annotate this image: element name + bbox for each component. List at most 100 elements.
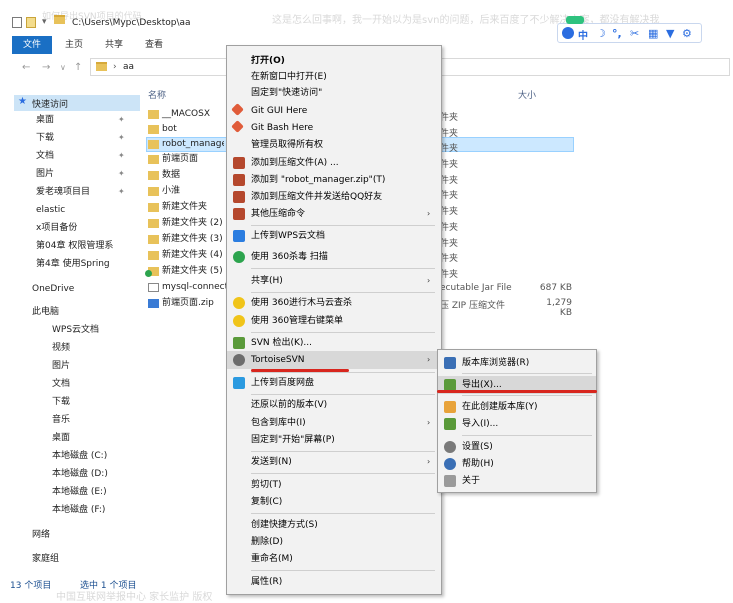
menu-item-tortoisesvn[interactable]: TortoiseSVN ›: [227, 351, 441, 369]
nav-item-folder[interactable]: 第04章 权限管理系: [36, 238, 140, 254]
menu-item-include-library[interactable]: 包含到库中(I) ›: [227, 414, 441, 432]
recent-locations-icon[interactable]: ∨: [60, 63, 66, 72]
moon-icon[interactable]: ☽: [596, 27, 606, 40]
menu-separator: [251, 570, 435, 571]
nav-item-pictures[interactable]: 图片: [36, 166, 54, 182]
menu-item-svn-checkout[interactable]: SVN 检出(K)...: [227, 334, 441, 352]
menu-item-cut[interactable]: 剪切(T): [227, 476, 441, 494]
help-icon: [444, 458, 456, 470]
column-header-name[interactable]: 名称: [148, 88, 166, 101]
nav-pc-item[interactable]: ☁WPS云文档: [52, 322, 99, 338]
svn-item-create-repo[interactable]: 在此创建版本库(Y): [438, 398, 596, 416]
nav-onedrive[interactable]: ☁OneDrive: [32, 281, 74, 297]
quick-access-folder-icon[interactable]: [26, 17, 36, 28]
file-type: 件夹: [440, 270, 459, 280]
scissors-icon[interactable]: ✂: [630, 27, 639, 40]
shirt-icon[interactable]: ▼: [666, 27, 674, 40]
nav-pc-item[interactable]: 本地磁盘 (C:): [52, 448, 107, 464]
menu-item-restore-versions[interactable]: 还原以前的版本(V): [227, 396, 441, 414]
winrar-icon: [233, 208, 245, 220]
ime-toolbar: 中 ☽ °, ✂ ▦ ▼ ⚙: [557, 23, 702, 43]
menu-item-git-bash[interactable]: Git Bash Here: [227, 119, 441, 137]
nav-item-folder[interactable]: 第4章 使用Spring: [36, 256, 140, 272]
svn-item-settings[interactable]: 设置(S): [438, 438, 596, 456]
nav-this-pc[interactable]: 此电脑: [32, 304, 59, 320]
back-arrow-icon[interactable]: ←: [22, 62, 30, 73]
menu-item-upload-wps[interactable]: 上传到WPS云文档: [227, 227, 441, 245]
up-arrow-icon[interactable]: ↑: [74, 62, 82, 73]
nav-quick-access[interactable]: ★ 快速访问: [14, 95, 140, 111]
tab-view[interactable]: 查看: [138, 36, 170, 54]
nav-pc-item[interactable]: 桌面: [52, 430, 70, 446]
menu-item-properties[interactable]: 属性(R): [227, 573, 441, 591]
punctuation-icon[interactable]: °,: [612, 27, 622, 40]
file-row-selected[interactable]: robot_manager: [148, 137, 224, 152]
nav-homegroup[interactable]: 家庭组: [32, 551, 59, 567]
menu-item-other-compress[interactable]: 其他压缩命令 ›: [227, 205, 441, 223]
pin-icon: ✦: [118, 169, 125, 178]
tab-file[interactable]: 文件: [12, 36, 52, 54]
nav-item-desktop[interactable]: 桌面: [36, 112, 54, 128]
nav-pc-item[interactable]: 本地磁盘 (F:): [52, 502, 105, 518]
tab-home[interactable]: 主页: [58, 36, 90, 54]
menu-item-pin-start[interactable]: 固定到"开始"屏幕(P): [227, 431, 441, 449]
folder-icon: [148, 203, 159, 212]
nav-item-folder[interactable]: x项目备份: [36, 220, 77, 236]
file-row[interactable]: mysql-connect: [148, 280, 226, 295]
nav-network[interactable]: 网络: [32, 527, 50, 543]
svn-item-help[interactable]: 帮助(H): [438, 455, 596, 473]
nav-pc-item[interactable]: 文档: [52, 376, 70, 392]
tortoise-icon: [233, 354, 245, 366]
menu-item-baidu-upload[interactable]: 上传到百度网盘: [227, 374, 441, 392]
nav-pc-item[interactable]: 本地磁盘 (D:): [52, 466, 108, 482]
menu-item-add-zip[interactable]: 添加到 "robot_manager.zip"(T): [227, 171, 441, 189]
file-type: 件夹: [440, 207, 459, 217]
file-type: 件夹: [440, 191, 459, 201]
svn-item-import[interactable]: 导入(I)...: [438, 415, 596, 433]
forward-arrow-icon[interactable]: →: [42, 62, 50, 73]
menu-item-360-scan[interactable]: 使用 360杀毒 扫描: [227, 248, 441, 266]
file-type: 件夹: [440, 160, 459, 170]
nav-item-folder[interactable]: 爱老魂项目目: [36, 184, 90, 200]
nav-pc-item[interactable]: 视频: [52, 340, 70, 356]
file-type: 件夹: [440, 254, 459, 264]
nav-pc-item[interactable]: 本地磁盘 (E:): [52, 484, 107, 500]
menu-item-rename[interactable]: 重命名(M): [227, 550, 441, 568]
menu-item-archive-send-qq[interactable]: 添加到压缩文件并发送给QQ好友: [227, 188, 441, 206]
nav-item-documents[interactable]: 文档: [36, 148, 54, 164]
menu-item-create-shortcut[interactable]: 创建快捷方式(S): [227, 516, 441, 534]
folder-icon: [148, 140, 159, 149]
nav-item-folder[interactable]: elastic: [36, 202, 65, 218]
properties-icon[interactable]: [12, 17, 22, 28]
file-type: 件夹: [440, 239, 459, 249]
nav-quick-access-label: 快速访问: [32, 100, 69, 110]
svn-status-icon: [145, 270, 152, 277]
menu-item-360-trojan[interactable]: 使用 360进行木马云查杀: [227, 294, 441, 312]
menu-item-share[interactable]: 共享(H) ›: [227, 272, 441, 290]
gear-icon[interactable]: ⚙: [682, 27, 692, 40]
breadcrumb-current[interactable]: aa: [123, 62, 134, 72]
keyboard-icon[interactable]: ▦: [648, 27, 658, 40]
nav-item-downloads[interactable]: ↓下载: [36, 130, 54, 146]
column-header-size[interactable]: 大小: [518, 88, 536, 101]
nav-pc-item[interactable]: 图片: [52, 358, 70, 374]
svn-item-repo-browser[interactable]: 版本库浏览器(R): [438, 354, 596, 372]
ime-logo-icon[interactable]: [562, 27, 574, 39]
menu-item-delete[interactable]: 删除(D): [227, 533, 441, 551]
360-icon: [233, 297, 245, 309]
menu-item-git-gui[interactable]: Git GUI Here: [227, 102, 441, 120]
menu-item-add-archive[interactable]: 添加到压缩文件(A) ...: [227, 154, 441, 172]
menu-item-pin-quick-access[interactable]: 固定到"快速访问": [227, 84, 441, 102]
menu-item-360-menu[interactable]: 使用 360管理右键菜单: [227, 312, 441, 330]
ime-mode-label[interactable]: 中: [578, 27, 588, 42]
nav-pc-item[interactable]: ♪音乐: [52, 412, 70, 428]
shield-icon: [233, 251, 245, 263]
chevron-down-icon[interactable]: ▾: [42, 17, 47, 27]
star-icon: ★: [18, 96, 27, 107]
menu-item-take-ownership[interactable]: 管理员取得所有权: [227, 136, 441, 154]
menu-item-send-to[interactable]: 发送到(N) ›: [227, 453, 441, 471]
nav-pc-item[interactable]: ↓下载: [52, 394, 70, 410]
svn-item-about[interactable]: 关于: [438, 472, 596, 490]
menu-item-copy[interactable]: 复制(C): [227, 493, 441, 511]
tab-share[interactable]: 共享: [98, 36, 130, 54]
